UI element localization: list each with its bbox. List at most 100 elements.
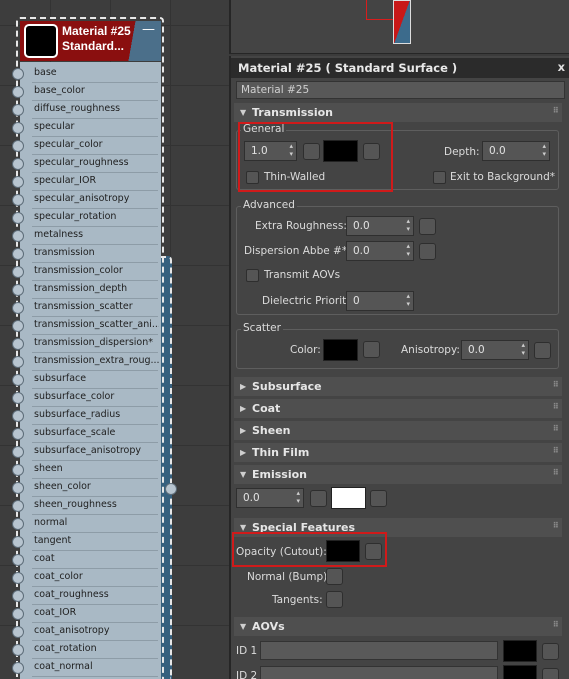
node-slot[interactable]: sheen_color bbox=[12, 479, 161, 497]
node-slot[interactable]: specular_anisotropy bbox=[12, 191, 161, 209]
output-socket[interactable] bbox=[165, 483, 177, 495]
input-socket[interactable] bbox=[12, 572, 24, 584]
node-slot[interactable]: coat_anisotropy bbox=[12, 623, 161, 641]
aov-id1-field[interactable] bbox=[260, 641, 498, 660]
input-socket[interactable] bbox=[12, 536, 24, 548]
input-socket[interactable] bbox=[12, 608, 24, 620]
input-socket[interactable] bbox=[12, 266, 24, 278]
transmit-aovs-checkbox[interactable] bbox=[246, 269, 259, 282]
node-slot[interactable]: coat bbox=[12, 551, 161, 569]
depth-spinner[interactable]: 0.0 bbox=[482, 141, 550, 161]
node-slot[interactable]: transmission_extra_roug... bbox=[12, 353, 161, 371]
emission-spinner[interactable]: 0.0 bbox=[236, 488, 304, 508]
drag-grip-icon[interactable]: ⠿ bbox=[553, 468, 559, 477]
scatter-color-swatch[interactable] bbox=[323, 339, 358, 361]
input-socket[interactable] bbox=[12, 644, 24, 656]
node-header[interactable]: Material #25 Standard... — bbox=[20, 21, 161, 61]
node-slot[interactable]: base bbox=[12, 65, 161, 83]
tangents-map-button[interactable] bbox=[326, 591, 343, 608]
material-node[interactable]: Material #25 Standard... — base base_colo… bbox=[12, 17, 164, 679]
aov-id2-field[interactable] bbox=[260, 666, 498, 679]
input-socket[interactable] bbox=[12, 554, 24, 566]
node-slot[interactable]: sheen bbox=[12, 461, 161, 479]
scatter-color-map-button[interactable] bbox=[363, 341, 380, 358]
aov-id2-color-swatch[interactable] bbox=[503, 665, 537, 679]
node-slot[interactable]: specular bbox=[12, 119, 161, 137]
drag-grip-icon[interactable]: ⠿ bbox=[553, 402, 559, 411]
node-slot[interactable]: sheen_roughness bbox=[12, 497, 161, 515]
node-slot[interactable]: metalness bbox=[12, 227, 161, 245]
drag-grip-icon[interactable]: ⠿ bbox=[553, 106, 559, 115]
drag-grip-icon[interactable]: ⠿ bbox=[553, 446, 559, 455]
aov-id2-map-button[interactable] bbox=[542, 668, 559, 679]
rollout-emission[interactable]: ▼ Emission ⠿ bbox=[234, 465, 562, 484]
node-slot[interactable]: coat_normal bbox=[12, 659, 161, 677]
emission-color-swatch[interactable] bbox=[331, 487, 366, 509]
node-slot[interactable]: diffuse_roughness bbox=[12, 101, 161, 119]
exit-to-background-checkbox[interactable] bbox=[433, 171, 446, 184]
node-slot[interactable]: coat_IOR bbox=[12, 605, 161, 623]
node-slot[interactable]: coat_rotation bbox=[12, 641, 161, 659]
input-socket[interactable] bbox=[12, 590, 24, 602]
input-socket[interactable] bbox=[12, 464, 24, 476]
rollout-sheen[interactable]: ▶ Sheen ⠿ bbox=[234, 421, 562, 440]
node-slot[interactable]: transmission_depth bbox=[12, 281, 161, 299]
input-socket[interactable] bbox=[12, 140, 24, 152]
close-icon[interactable]: x bbox=[558, 60, 565, 74]
emission-map-button[interactable] bbox=[310, 490, 327, 507]
node-slot[interactable]: transmission_dispersion* bbox=[12, 335, 161, 353]
dispersion-map-button[interactable] bbox=[419, 243, 436, 260]
input-socket[interactable] bbox=[12, 320, 24, 332]
node-slot[interactable]: tangent bbox=[12, 533, 161, 551]
emission-color-map-button[interactable] bbox=[370, 490, 387, 507]
input-socket[interactable] bbox=[12, 122, 24, 134]
input-socket[interactable] bbox=[12, 626, 24, 638]
rollout-subsurface[interactable]: ▶ Subsurface ⠿ bbox=[234, 377, 562, 396]
input-socket[interactable] bbox=[12, 230, 24, 242]
node-slot[interactable]: subsurface_color bbox=[12, 389, 161, 407]
input-socket[interactable] bbox=[12, 68, 24, 80]
input-socket[interactable] bbox=[12, 104, 24, 116]
drag-grip-icon[interactable]: ⠿ bbox=[553, 424, 559, 433]
input-socket[interactable] bbox=[12, 248, 24, 260]
aov-id1-map-button[interactable] bbox=[542, 643, 559, 660]
aov-id1-color-swatch[interactable] bbox=[503, 640, 537, 662]
minimize-icon[interactable]: — bbox=[142, 22, 155, 37]
node-slot[interactable]: coat_roughness bbox=[12, 587, 161, 605]
input-socket[interactable] bbox=[12, 446, 24, 458]
drag-grip-icon[interactable]: ⠿ bbox=[553, 620, 559, 629]
node-slot[interactable]: transmission_scatter bbox=[12, 299, 161, 317]
normal-map-button[interactable] bbox=[326, 568, 343, 585]
anisotropy-map-button[interactable] bbox=[534, 342, 551, 359]
input-socket[interactable] bbox=[12, 374, 24, 386]
input-socket[interactable] bbox=[12, 482, 24, 494]
node-slot[interactable]: coat_color bbox=[12, 569, 161, 587]
dispersion-spinner[interactable]: 0.0 bbox=[346, 241, 414, 261]
node-slot[interactable]: specular_rotation bbox=[12, 209, 161, 227]
input-socket[interactable] bbox=[12, 158, 24, 170]
input-socket[interactable] bbox=[12, 500, 24, 512]
node-slot[interactable]: transmission_color bbox=[12, 263, 161, 281]
input-socket[interactable] bbox=[12, 392, 24, 404]
input-socket[interactable] bbox=[12, 356, 24, 368]
node-slot[interactable]: base_color bbox=[12, 83, 161, 101]
dielectric-priority-spinner[interactable]: 0 bbox=[346, 291, 414, 311]
node-slot[interactable]: specular_color bbox=[12, 137, 161, 155]
node-slot[interactable]: specular_IOR bbox=[12, 173, 161, 191]
input-socket[interactable] bbox=[12, 86, 24, 98]
input-socket[interactable] bbox=[12, 428, 24, 440]
node-slot[interactable]: specular_roughness bbox=[12, 155, 161, 173]
extra-roughness-spinner[interactable]: 0.0 bbox=[346, 216, 414, 236]
node-slot[interactable]: transmission_scatter_ani... bbox=[12, 317, 161, 335]
input-socket[interactable] bbox=[12, 302, 24, 314]
material-name-field[interactable]: Material #25 bbox=[236, 81, 565, 99]
input-socket[interactable] bbox=[12, 410, 24, 422]
input-socket[interactable] bbox=[12, 176, 24, 188]
input-socket[interactable] bbox=[12, 518, 24, 530]
input-socket[interactable] bbox=[12, 338, 24, 350]
input-socket[interactable] bbox=[12, 212, 24, 224]
node-slot[interactable]: subsurface_radius bbox=[12, 407, 161, 425]
rollout-coat[interactable]: ▶ Coat ⠿ bbox=[234, 399, 562, 418]
node-slot[interactable]: transmission bbox=[12, 245, 161, 263]
node-slot[interactable]: normal bbox=[12, 515, 161, 533]
